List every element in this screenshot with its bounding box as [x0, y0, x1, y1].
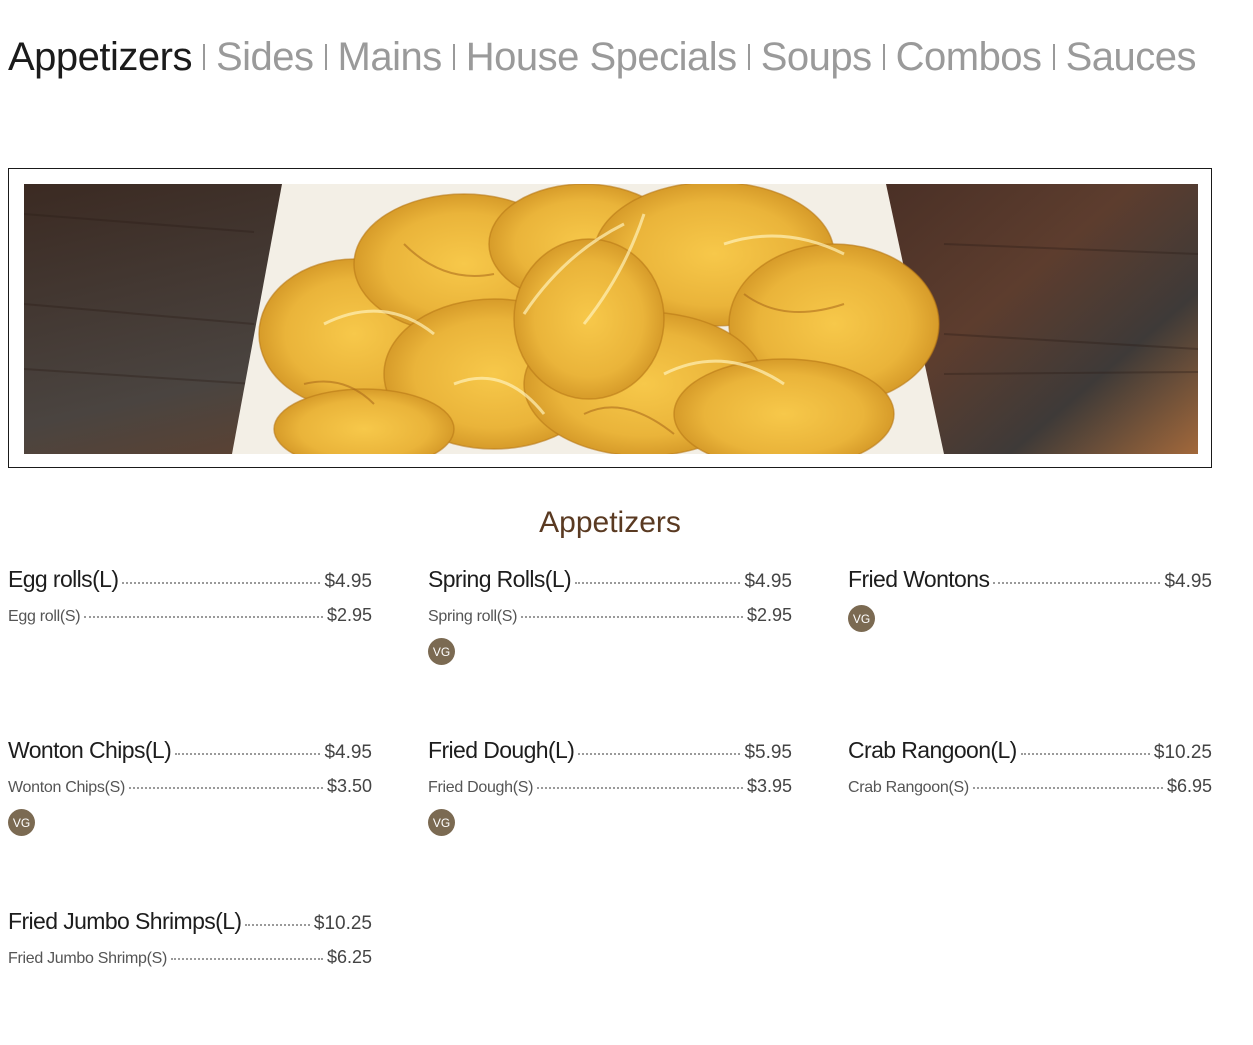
- menu-item-fried-wontons: Fried Wontons $4.95 VG: [848, 566, 1212, 632]
- vegetarian-badge: VG: [428, 809, 455, 836]
- vegetarian-badge: VG: [848, 605, 875, 632]
- menu-item-variant-name: Fried Jumbo Shrimp(S): [8, 950, 168, 967]
- menu-item-price: $4.95: [744, 571, 792, 592]
- dot-leader: [84, 616, 323, 618]
- menu-item-variant-row: Wonton Chips(S) $3.50: [8, 776, 372, 797]
- tab-combos[interactable]: Combos: [896, 30, 1042, 84]
- menu-item-name: Fried Dough(L): [428, 737, 575, 763]
- tab-divider: [202, 44, 205, 70]
- menu-item-variant-row: Egg roll(S) $2.95: [8, 605, 372, 626]
- menu-item-name: Fried Jumbo Shrimps(L): [8, 908, 242, 934]
- menu-item-variant-price: $2.95: [326, 605, 372, 625]
- tab-sides[interactable]: Sides: [216, 30, 314, 84]
- menu-item-row: Crab Rangoon(L) $10.25: [848, 737, 1212, 764]
- menu-item-price: $4.95: [1164, 571, 1212, 592]
- menu-item-row: Egg rolls(L) $4.95: [8, 566, 372, 593]
- dot-leader: [245, 924, 310, 926]
- tab-mains[interactable]: Mains: [338, 30, 443, 84]
- menu-item-variant-row: Fried Jumbo Shrimp(S) $6.25: [8, 947, 372, 968]
- tab-divider: [882, 44, 885, 70]
- menu-item-variant-name: Egg roll(S): [8, 608, 81, 625]
- menu-category-tabs: Appetizers Sides Mains House Specials So…: [8, 30, 1196, 84]
- tab-divider: [1052, 44, 1055, 70]
- menu-item-variant-price: $6.95: [1166, 776, 1212, 796]
- tab-soups[interactable]: Soups: [761, 30, 872, 84]
- tab-house-specials[interactable]: House Specials: [466, 30, 737, 84]
- dot-leader: [129, 787, 323, 789]
- menu-item-variant-price: $6.25: [326, 947, 372, 967]
- menu-item-row: Wonton Chips(L) $4.95: [8, 737, 372, 764]
- dot-leader: [993, 582, 1161, 584]
- vegetarian-badge: VG: [8, 809, 35, 836]
- menu-item-variant-name: Wonton Chips(S): [8, 779, 126, 796]
- menu-item-variant-price: $3.95: [746, 776, 792, 796]
- dot-leader: [521, 616, 743, 618]
- dot-leader: [537, 787, 743, 789]
- menu-item-crab-rangoon: Crab Rangoon(L) $10.25 Crab Rangoon(S) $…: [848, 737, 1212, 797]
- menu-item-row: Fried Wontons $4.95: [848, 566, 1212, 593]
- vegetarian-badge: VG: [428, 638, 455, 665]
- tab-sauces[interactable]: Sauces: [1066, 30, 1197, 84]
- menu-item-spring-rolls: Spring Rolls(L) $4.95 Spring roll(S) $2.…: [428, 566, 792, 665]
- section-title: Appetizers: [539, 506, 681, 539]
- menu-item-price: $10.25: [313, 913, 372, 934]
- menu-item-price: $5.95: [744, 742, 792, 763]
- tab-appetizers[interactable]: Appetizers: [8, 30, 192, 84]
- tab-divider: [747, 44, 750, 70]
- fried-wontons-image: [24, 184, 1198, 454]
- menu-item-row: Fried Dough(L) $5.95: [428, 737, 792, 764]
- menu-item-variant-name: Crab Rangoon(S): [848, 779, 969, 796]
- menu-item-name: Fried Wontons: [848, 566, 990, 592]
- menu-item-wonton-chips: Wonton Chips(L) $4.95 Wonton Chips(S) $3…: [8, 737, 372, 836]
- menu-item-variant-name: Spring roll(S): [428, 608, 518, 625]
- menu-item-egg-rolls: Egg rolls(L) $4.95 Egg roll(S) $2.95: [8, 566, 372, 626]
- dot-leader: [972, 787, 1163, 789]
- menu-item-name: Crab Rangoon(L): [848, 737, 1017, 763]
- menu-item-name: Wonton Chips(L): [8, 737, 172, 763]
- tab-divider: [324, 44, 327, 70]
- menu-item-price: $10.25: [1153, 742, 1212, 763]
- menu-item-variant-row: Spring roll(S) $2.95: [428, 605, 792, 626]
- menu-item-row: Fried Jumbo Shrimps(L) $10.25: [8, 908, 372, 935]
- menu-item-variant-price: $2.95: [746, 605, 792, 625]
- menu-item-variant-row: Crab Rangoon(S) $6.95: [848, 776, 1212, 797]
- dot-leader: [175, 753, 321, 755]
- dot-leader: [122, 582, 321, 584]
- dot-leader: [578, 753, 741, 755]
- dot-leader: [1020, 753, 1150, 755]
- hero-banner: [8, 168, 1212, 468]
- menu-item-fried-jumbo-shrimps: Fried Jumbo Shrimps(L) $10.25 Fried Jumb…: [8, 908, 372, 968]
- dot-leader: [171, 958, 323, 960]
- menu-item-price: $4.95: [324, 571, 372, 592]
- menu-item-price: $4.95: [324, 742, 372, 763]
- menu-item-variant-name: Fried Dough(S): [428, 779, 534, 796]
- menu-item-name: Spring Rolls(L): [428, 566, 572, 592]
- menu-item-variant-row: Fried Dough(S) $3.95: [428, 776, 792, 797]
- dot-leader: [575, 582, 741, 584]
- menu-item-name: Egg rolls(L): [8, 566, 119, 592]
- menu-item-fried-dough: Fried Dough(L) $5.95 Fried Dough(S) $3.9…: [428, 737, 792, 836]
- menu-item-variant-price: $3.50: [326, 776, 372, 796]
- tab-divider: [452, 44, 455, 70]
- menu-item-row: Spring Rolls(L) $4.95: [428, 566, 792, 593]
